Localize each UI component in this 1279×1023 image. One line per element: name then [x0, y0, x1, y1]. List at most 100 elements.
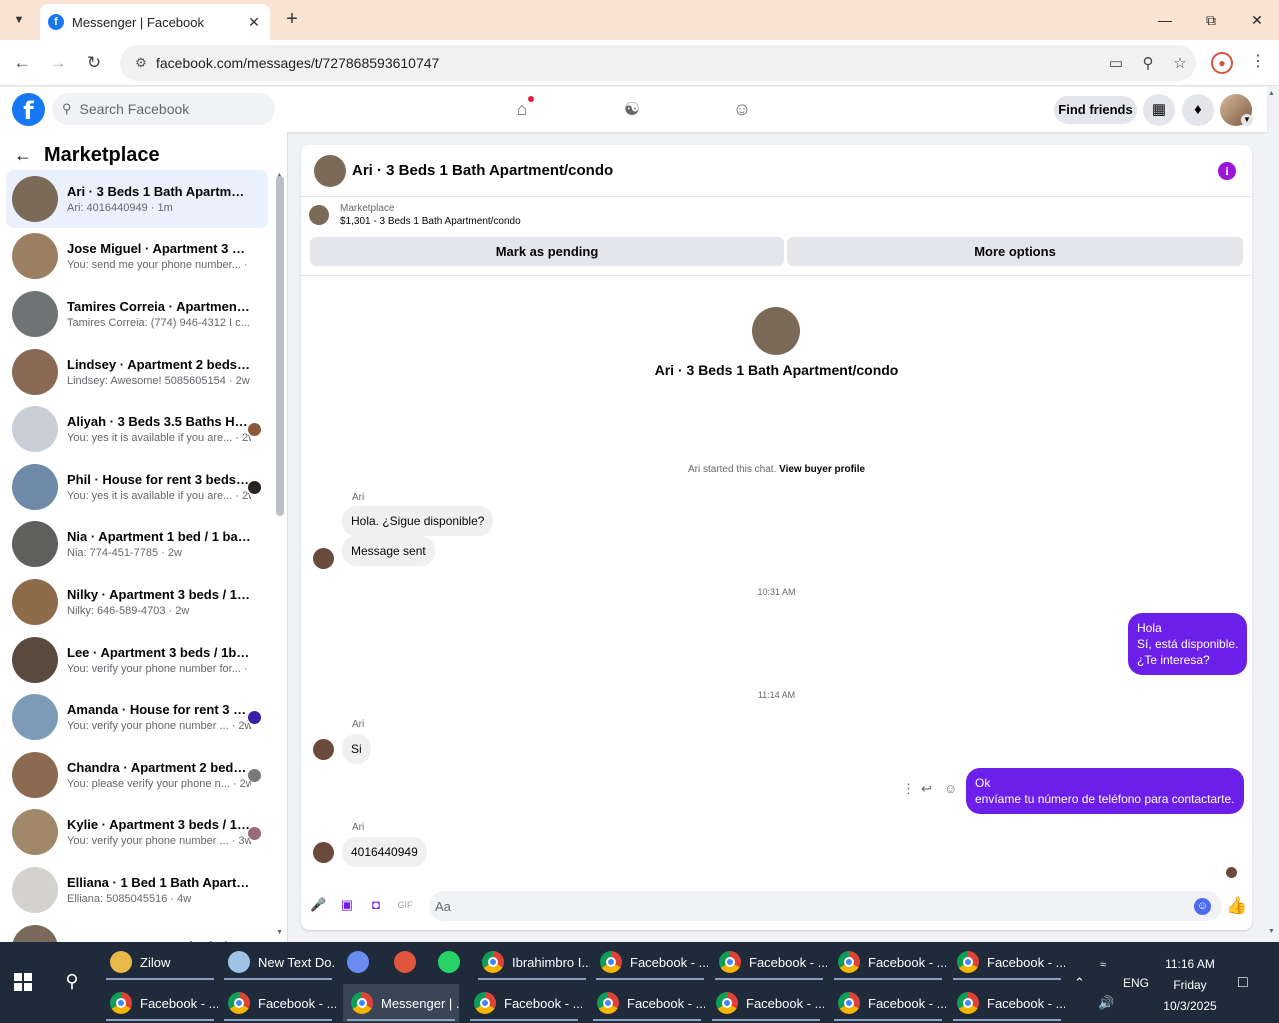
taskbar-item[interactable]	[339, 943, 379, 981]
conversation-item[interactable]: Aliyah · 3 Beds 3.5 Baths House You: yes …	[6, 400, 268, 458]
find-friends-button[interactable]: Find friends	[1054, 96, 1137, 124]
conversation-item[interactable]: Ari · 3 Beds 1 Bath Apartment/c... Ari: 4…	[6, 170, 268, 228]
search-input[interactable]	[79, 101, 250, 117]
avatar[interactable]	[313, 739, 334, 760]
taskbar-item[interactable]: New Text Do...	[220, 943, 336, 981]
sticker-icon[interactable]: ◘	[368, 897, 384, 913]
listing-thumbnail	[12, 175, 58, 222]
back-icon[interactable]: ←	[10, 51, 34, 75]
close-window-icon[interactable]: ✕	[1237, 6, 1277, 34]
taskbar-item[interactable]: Messenger | ...	[343, 984, 459, 1022]
sidebar-scrollbar[interactable]	[276, 176, 284, 516]
conversation-item[interactable]: Elliana · 1 Bed 1 Bath Apartment... Ellia…	[6, 861, 268, 919]
message-bubble[interactable]: 4016440949	[342, 837, 427, 867]
message-input[interactable]	[429, 891, 1222, 921]
bell-icon[interactable]: ♦	[1182, 94, 1214, 126]
home-icon[interactable]: ⌂	[508, 95, 536, 123]
conversation-item[interactable]: Chandra · Apartment 2 beds ... You: pleas…	[6, 746, 268, 804]
taskbar-item[interactable]: Facebook - ...	[220, 984, 336, 1022]
groups-icon[interactable]: ☺	[728, 95, 756, 123]
clock[interactable]: 11:16 AM Friday 10/3/2025	[1150, 954, 1230, 1017]
install-icon[interactable]: ▭	[1100, 54, 1132, 72]
taskbar-item[interactable]: Facebook - ...	[949, 943, 1065, 981]
view-buyer-profile-link[interactable]: View buyer profile	[779, 464, 865, 475]
info-icon[interactable]: i	[1218, 162, 1236, 180]
tab-list-icon[interactable]: ▼	[6, 8, 32, 32]
url-text[interactable]: facebook.com/messages/t/727868593610747	[156, 55, 1100, 71]
conversation-item[interactable]: Amanda · House for rent 3 be... You: veri…	[6, 688, 268, 746]
more-options-button[interactable]: More options	[787, 237, 1243, 266]
message-bubble[interactable]: Hola. ¿Sigue disponible?	[342, 506, 494, 536]
taskbar-item[interactable]: Zilow	[102, 943, 218, 981]
microphone-icon[interactable]: 🎤	[310, 897, 326, 913]
star-icon[interactable]: ☆	[1164, 54, 1196, 72]
volume-icon[interactable]: 🔊	[1098, 995, 1114, 1011]
conversation-item[interactable]: Jose Miguel · Apartment 3 beds... You: se…	[6, 228, 268, 286]
conversation-item[interactable]: Nia · Apartment 1 bed / 1 bath f... Nia: …	[6, 516, 268, 574]
chat-thumbnail[interactable]	[314, 154, 346, 187]
taskbar-item[interactable]: Facebook - ...	[949, 984, 1065, 1022]
conversation-item[interactable]: Nilky · Apartment 3 beds / 1 bat... Nilky…	[6, 573, 268, 631]
taskbar-item[interactable]: Facebook - ...	[466, 984, 582, 1022]
chat-title[interactable]: Ari · 3 Beds 1 Bath Apartment/condo	[352, 162, 613, 179]
taskbar-item[interactable]: Facebook - ...	[830, 984, 946, 1022]
friends-icon[interactable]: ☯	[618, 95, 646, 123]
photo-icon[interactable]: ▣	[339, 897, 355, 913]
forward-icon[interactable]: →	[46, 51, 70, 75]
thumbs-up-icon[interactable]: 👍	[1226, 896, 1247, 916]
taskbar-item[interactable]: Ibrahimbro I...	[474, 943, 590, 981]
windows-start-icon[interactable]	[14, 973, 32, 991]
conversation-item[interactable]: Phil · House for rent 3 beds 1 ... You: y…	[6, 458, 268, 516]
taskbar-item[interactable]	[430, 943, 470, 981]
chevron-up-icon[interactable]: ⌃	[1074, 975, 1085, 991]
browser-tab[interactable]: f Messenger | Facebook ✕	[40, 4, 270, 40]
emoji-icon[interactable]: ☺	[1194, 898, 1211, 915]
conversation-item[interactable]: Ryan · Apartment 2 beds / 2 bat...	[6, 919, 268, 942]
facebook-search[interactable]: ⚲	[52, 93, 275, 125]
zoom-icon[interactable]: ⚲	[1132, 54, 1164, 72]
conversation-item[interactable]: Lindsey · Apartment 2 beds / 2 ... Lindse…	[6, 343, 268, 401]
wifi-icon[interactable]: ≈	[1100, 959, 1106, 971]
taskbar-item[interactable]: Facebook - ...	[592, 943, 708, 981]
omnibox[interactable]: ⚙ facebook.com/messages/t/72786859361074…	[120, 45, 1196, 81]
taskbar-item[interactable]: Facebook - ...	[711, 943, 827, 981]
outgoing-message-bubble[interactable]: Hola Sí, está disponible. ¿Te interesa?	[1128, 613, 1248, 675]
facebook-logo-icon[interactable]: f	[12, 93, 45, 126]
restore-icon[interactable]: ⧉	[1191, 6, 1231, 34]
message-bubble[interactable]: Si	[342, 734, 371, 764]
notification-center-icon[interactable]: □	[1238, 974, 1248, 992]
outgoing-message-bubble[interactable]: Ok envíame tu número de teléfono para co…	[966, 768, 1244, 814]
taskbar-item[interactable]: Facebook - ...	[830, 943, 946, 981]
scroll-down-icon[interactable]: ▼	[276, 929, 283, 936]
search-icon[interactable]: ⚲	[60, 971, 84, 995]
mark-pending-button[interactable]: Mark as pending	[310, 237, 784, 266]
conversation-item[interactable]: Lee · Apartment 3 beds / 1bath ... You: v…	[6, 631, 268, 689]
conversation-item[interactable]: Tamires Correia · Apartment 1 b... Tamire…	[6, 285, 268, 343]
react-icon[interactable]: ☺	[944, 781, 957, 796]
reply-icon[interactable]: ↩	[921, 781, 932, 797]
conversation-item[interactable]: Kylie · Apartment 3 beds / 1 b... You: ve…	[6, 804, 268, 862]
chevron-down-icon[interactable]: ▼	[1241, 114, 1253, 126]
close-icon[interactable]: ✕	[246, 14, 262, 31]
scroll-down-icon[interactable]: ▼	[1268, 928, 1275, 935]
profile-icon[interactable]: ●	[1211, 52, 1233, 74]
taskbar-item[interactable]: Facebook - ...	[102, 984, 218, 1022]
scroll-up-icon[interactable]: ▲	[1268, 90, 1275, 97]
plus-icon[interactable]: +	[280, 8, 304, 32]
marketplace-listing[interactable]: Marketplace $1,301 - 3 Beds 1 Bath Apart…	[309, 203, 521, 227]
site-info-icon[interactable]: ⚙	[126, 55, 156, 71]
more-icon[interactable]: ⋮	[902, 781, 915, 797]
taskbar-item[interactable]: Facebook - ...	[708, 984, 824, 1022]
menu-grid-icon[interactable]: ▦	[1143, 94, 1175, 126]
avatar[interactable]	[313, 548, 334, 569]
taskbar-item[interactable]	[386, 943, 426, 981]
kebab-icon[interactable]: ⋮	[1248, 51, 1268, 71]
minimize-icon[interactable]: —	[1145, 6, 1185, 34]
taskbar-item[interactable]: Facebook - ...	[589, 984, 705, 1022]
message-bubble[interactable]: Message sent	[342, 536, 435, 566]
avatar[interactable]	[313, 842, 334, 863]
back-arrow-icon[interactable]: ←	[14, 145, 32, 166]
language-indicator[interactable]: ENG	[1123, 976, 1149, 990]
gif-icon[interactable]: GIF	[397, 897, 413, 913]
reload-icon[interactable]: ↻	[82, 51, 106, 75]
